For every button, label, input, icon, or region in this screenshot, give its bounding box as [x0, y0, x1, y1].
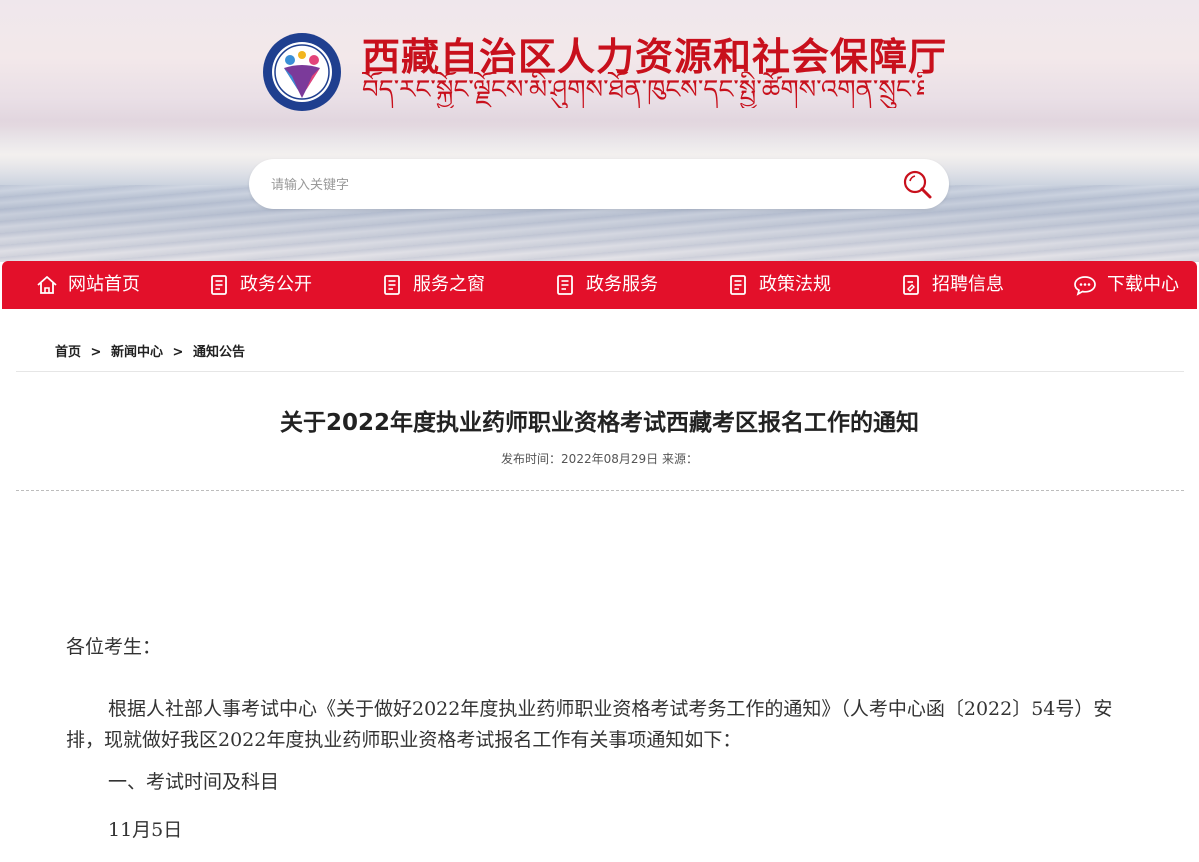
nav-item-government-services[interactable]: 政务服务	[554, 261, 658, 309]
nav-item-government-affairs-disclosure[interactable]: 政务公开	[208, 261, 312, 309]
document-icon	[384, 275, 400, 295]
breadcrumb-notices-link[interactable]: 通知公告	[193, 345, 245, 360]
nav-item-policies-regulations[interactable]: 政策法规	[727, 261, 831, 309]
search-input[interactable]	[269, 172, 873, 198]
search-icon[interactable]	[901, 168, 935, 200]
document-icon	[730, 275, 746, 295]
header-banner: 西藏自治区人力资源和社会保障厅 བོད་རང་སྐྱོང་ལྗོངས་མི་ཤུ…	[0, 0, 1199, 262]
site-title-tibetan: བོད་རང་སྐྱོང་ལྗོངས་མི་ཤུགས་ཐོན་ཁུངས་དང་ས…	[362, 75, 924, 105]
breadcrumb: 首页 > 新闻中心 > 通知公告	[55, 341, 245, 360]
nav-label: 政策法规	[759, 274, 831, 295]
department-logo[interactable]	[262, 32, 342, 112]
nav-item-download-center[interactable]: 下载中心	[1073, 261, 1179, 309]
nav-item-home[interactable]: 网站首页	[36, 261, 140, 309]
nav-label: 服务之窗	[413, 274, 485, 295]
nav-label: 招聘信息	[932, 274, 1004, 295]
article-section-heading: 一、考试时间及科目	[108, 771, 280, 793]
article-paragraph: 根据人社部人事考试中心《关于做好2022年度执业药师职业资格考试考务工作的通知》…	[66, 698, 1113, 751]
nav-item-recruitment-info[interactable]: 招聘信息	[900, 261, 1004, 309]
home-icon	[37, 276, 57, 294]
document-icon	[557, 275, 573, 295]
divider	[16, 371, 1184, 372]
nav-label: 政务公开	[240, 274, 312, 295]
dashed-divider	[16, 490, 1184, 491]
document-icon	[211, 275, 227, 295]
breadcrumb-separator: >	[90, 345, 102, 360]
main-nav: 网站首页 政务公开 服务之窗 政务服务 政策法规 招聘信息 下载中心	[2, 261, 1197, 309]
nav-item-service-window[interactable]: 服务之窗	[381, 261, 485, 309]
nav-label: 政务服务	[586, 274, 658, 295]
exam-date: 11月5日	[108, 819, 183, 841]
nav-label: 下载中心	[1107, 274, 1179, 295]
document-edit-icon	[903, 275, 919, 295]
chat-icon	[1074, 276, 1096, 296]
nav-label: 网站首页	[68, 274, 140, 295]
search-bar	[249, 159, 949, 209]
article-greeting: 各位考生：	[66, 636, 162, 658]
breadcrumb-separator: >	[172, 345, 184, 360]
article-title: 关于2022年度执业药师职业资格考试西藏考区报名工作的通知	[279, 410, 919, 436]
breadcrumb-news-center-link[interactable]: 新闻中心	[111, 345, 163, 360]
article-meta: 发布时间：2022年08月29日 来源：	[501, 452, 698, 466]
breadcrumb-home-link[interactable]: 首页	[55, 345, 81, 360]
